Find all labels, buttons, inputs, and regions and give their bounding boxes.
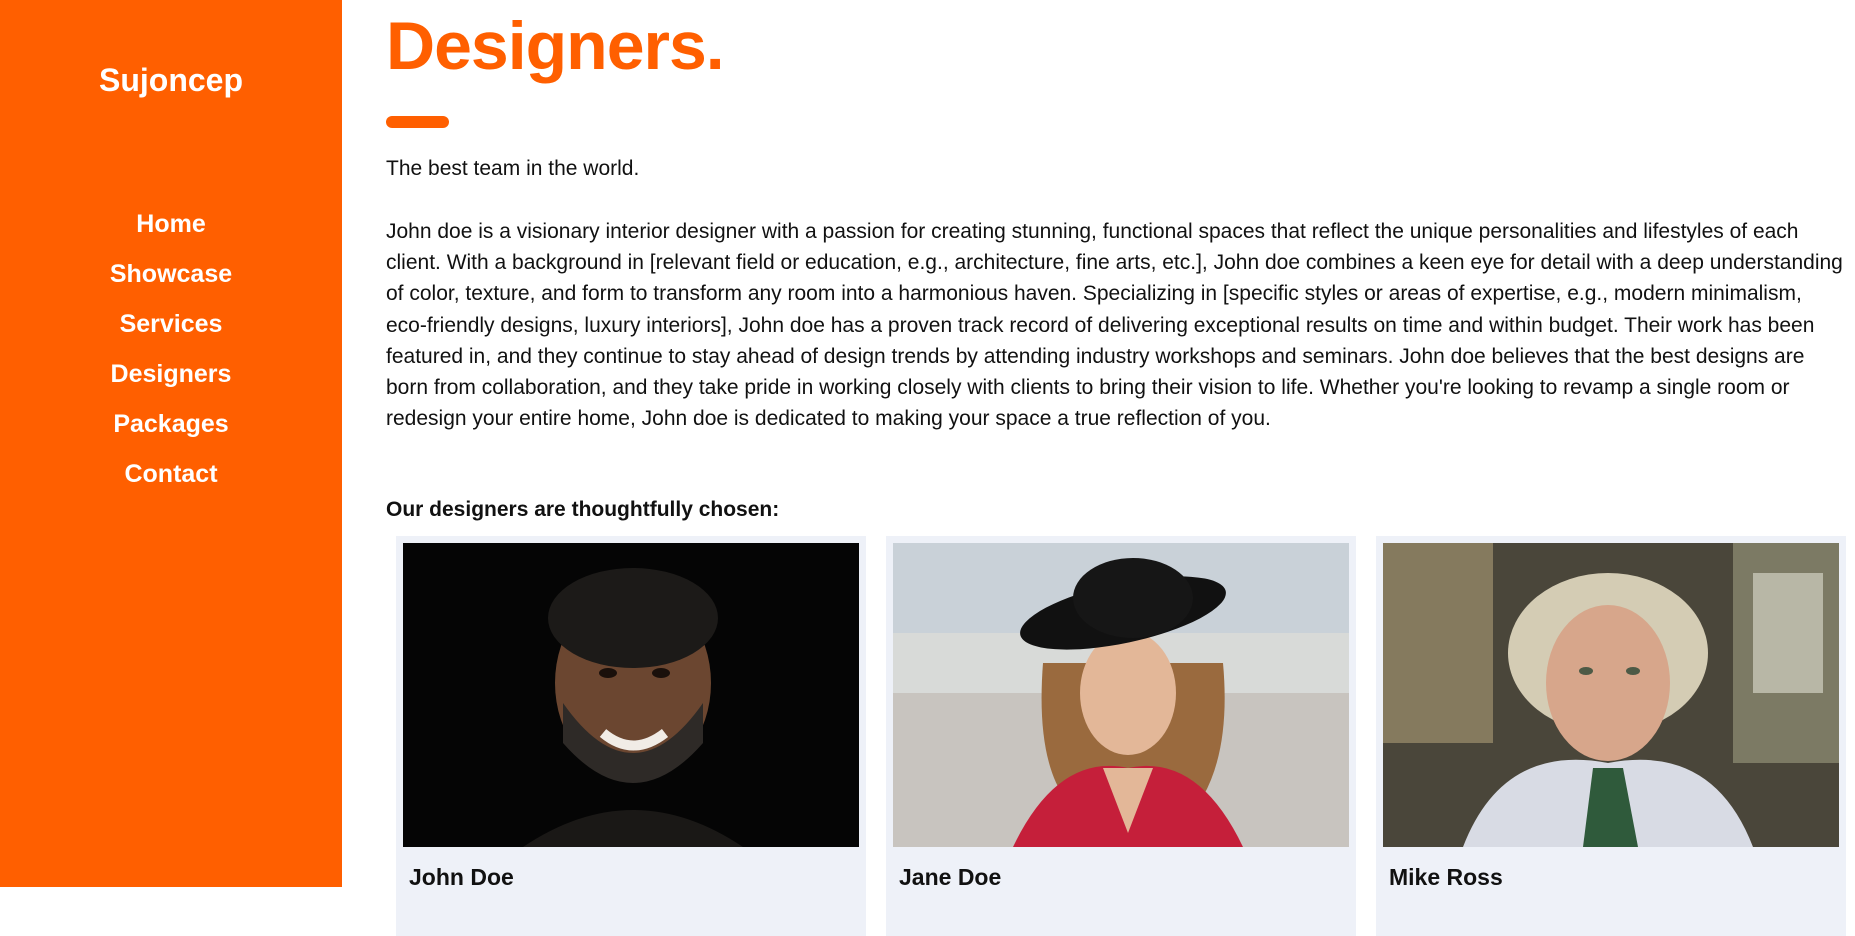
brand-logo[interactable]: Sujoncep: [0, 62, 342, 99]
sidebar: Sujoncep Home Showcase Services Designer…: [0, 0, 342, 887]
nav-item-packages[interactable]: Packages: [0, 404, 342, 454]
nav-item-showcase[interactable]: Showcase: [0, 254, 342, 304]
page-title: Designers.: [386, 8, 725, 84]
nav-item-services[interactable]: Services: [0, 304, 342, 354]
main-nav: Home Showcase Services Designers Package…: [0, 204, 342, 504]
designer-card[interactable]: Jane Doe: [886, 536, 1356, 936]
designer-card[interactable]: Mike Ross: [1376, 536, 1846, 936]
designers-subheading: Our designers are thoughtfully chosen:: [386, 498, 780, 521]
main-content: Designers. The best team in the world. J…: [386, 0, 1855, 936]
designer-bio: John doe is a visionary interior designe…: [386, 220, 1843, 431]
tagline: The best team in the world.: [386, 157, 640, 180]
designer-card[interactable]: John Doe: [396, 536, 866, 936]
nav-item-home[interactable]: Home: [0, 204, 342, 254]
designer-photo: [403, 543, 859, 847]
title-underline: [386, 116, 449, 128]
nav-item-contact[interactable]: Contact: [0, 454, 342, 504]
designer-photo: [893, 543, 1349, 847]
designer-photo: [1383, 543, 1839, 847]
nav-item-designers[interactable]: Designers: [0, 354, 342, 404]
